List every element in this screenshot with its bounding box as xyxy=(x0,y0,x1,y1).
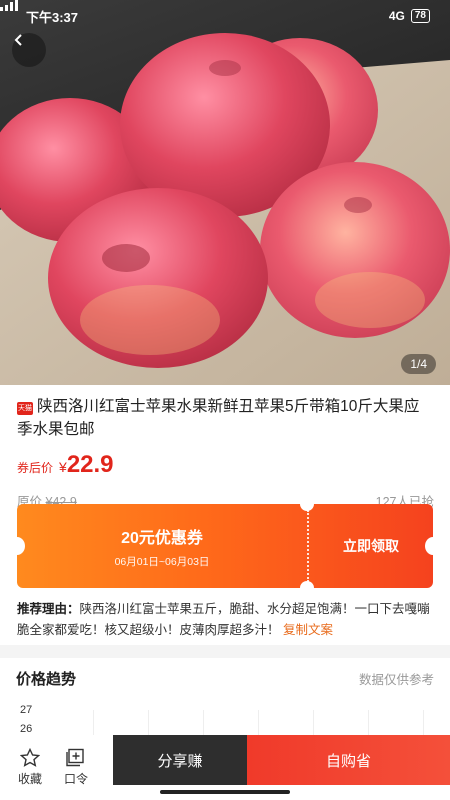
copy-text-button[interactable]: 复制文案 xyxy=(283,623,333,637)
coupon-notch xyxy=(300,581,314,588)
axis-tick: 27 xyxy=(20,704,33,716)
status-indicators: 4G 78 xyxy=(0,0,430,23)
copy-plus-icon xyxy=(66,748,84,767)
price-row: 券后价 ¥ 22.9 xyxy=(17,451,434,479)
coupon-card[interactable]: 20元优惠券 06月01日~06月03日 立即领取 xyxy=(17,504,433,588)
tmall-badge: 天猫 xyxy=(17,402,33,415)
product-info: 天猫 陕西洛川红富士苹果水果新鲜丑苹果5斤带箱10斤大果应季水果包邮 券后价 ¥ … xyxy=(0,385,450,645)
password-button[interactable]: 口令 xyxy=(53,735,99,800)
back-button[interactable] xyxy=(12,33,46,67)
favorite-button[interactable]: 收藏 xyxy=(7,735,53,800)
price-value: 22.9 xyxy=(66,451,114,478)
star-icon xyxy=(20,748,40,767)
trend-header: 价格趋势 数据仅供参考 xyxy=(16,658,434,698)
product-title-text: 陕西洛川红富士苹果水果新鲜丑苹果5斤带箱10斤大果应季水果包邮 xyxy=(17,398,420,438)
claim-coupon-button[interactable]: 立即领取 xyxy=(309,504,433,588)
self-buy-button[interactable]: 自购省 xyxy=(247,735,450,785)
favorite-label: 收藏 xyxy=(17,772,42,786)
image-counter: 1/4 xyxy=(401,354,436,374)
trend-note: 数据仅供参考 xyxy=(358,672,434,687)
reason-text: 陕西洛川红富士苹果五斤，脆甜、水分超足饱满！一口下去嘎嘣脆全家都爱吃！核又超级小… xyxy=(17,602,430,637)
network-type: 4G xyxy=(388,9,405,23)
recommend-reason: 推荐理由：陕西洛川红富士苹果五斤，脆甜、水分超足饱满！一口下去嘎嘣脆全家都爱吃！… xyxy=(17,599,437,641)
battery-icon: 78 xyxy=(410,9,430,23)
home-indicator xyxy=(160,790,290,794)
coupon-amount: 20元优惠券 xyxy=(121,529,203,547)
coupon-date: 06月01日~06月03日 xyxy=(114,555,210,568)
product-title: 天猫 陕西洛川红富士苹果水果新鲜丑苹果5斤带箱10斤大果应季水果包邮 xyxy=(17,395,434,441)
bottom-action-bar: 收藏 口令 分享赚 自购省 xyxy=(0,735,450,800)
status-bar: 下午3:37 4G 78 xyxy=(0,0,450,32)
product-photo xyxy=(0,33,450,385)
price-label: 券后价 xyxy=(17,461,54,475)
axis-tick: 26 xyxy=(20,723,33,735)
share-earn-button[interactable]: 分享赚 xyxy=(113,735,247,785)
signal-icon xyxy=(0,0,18,11)
status-time: 下午3:37 xyxy=(26,9,79,25)
price-symbol: ¥ xyxy=(59,459,67,475)
password-label: 口令 xyxy=(63,772,88,786)
chevron-left-icon xyxy=(14,34,22,46)
product-image-carousel[interactable]: 下午3:37 4G 78 1/4 xyxy=(0,0,450,385)
coupon-info: 20元优惠券 06月01日~06月03日 xyxy=(17,504,307,588)
trend-title: 价格趋势 xyxy=(16,670,77,688)
reason-label: 推荐理由： xyxy=(17,602,80,616)
